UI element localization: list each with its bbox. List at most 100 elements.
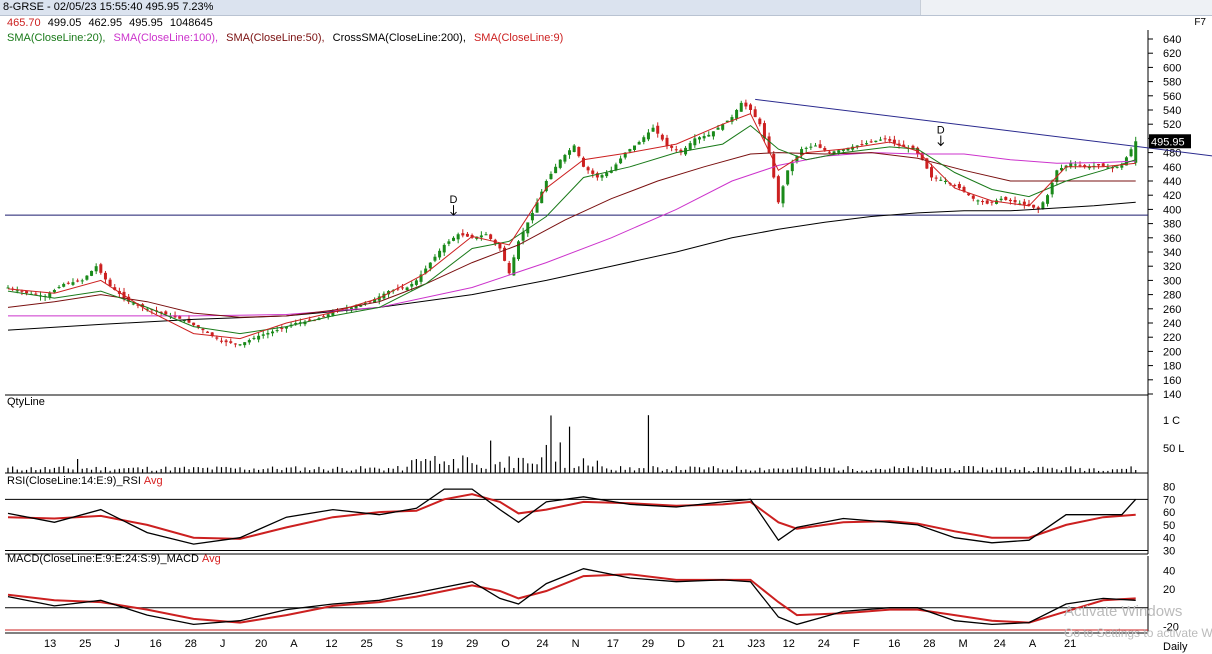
candle-body [939, 179, 943, 181]
candle-body [814, 145, 818, 147]
candle-body [568, 150, 572, 155]
candle-body [605, 172, 609, 177]
x-tick-label: J23 [747, 638, 765, 650]
candle-body [790, 163, 794, 172]
candle-body [892, 139, 896, 144]
x-tick-label: J [220, 638, 226, 650]
price-tick-label: 240 [1163, 318, 1181, 330]
candle-body [716, 127, 720, 130]
candle-body [447, 241, 451, 244]
candle-body [261, 334, 265, 336]
candle-body [860, 144, 864, 146]
x-tick-label: 12 [325, 638, 337, 650]
candle-body [646, 132, 650, 140]
price-tick-label: 200 [1163, 346, 1181, 358]
x-tick-label: 29 [466, 638, 478, 650]
candle-body [818, 144, 822, 148]
candle-body [953, 184, 957, 186]
candle-body [1008, 199, 1012, 202]
candle-body [498, 243, 502, 249]
candle-body [400, 287, 404, 289]
candle-body [428, 262, 432, 269]
candle-body [465, 233, 469, 237]
candle-body [252, 337, 256, 339]
activation-watermark: Activate Windows [1064, 603, 1183, 620]
price-tick-label: 620 [1163, 48, 1181, 60]
candle-body [438, 250, 442, 258]
candle-body [981, 201, 985, 203]
price-tick-label: 540 [1163, 105, 1181, 117]
candle-body [1101, 163, 1105, 167]
x-tick-label: 29 [642, 638, 654, 650]
rsi-line [7, 488, 1137, 545]
candle-body [238, 344, 242, 346]
candle-body [489, 234, 493, 239]
candle-body [827, 151, 831, 153]
candle-body [34, 293, 38, 295]
candle-body [971, 195, 975, 199]
candle-body [1004, 196, 1008, 200]
candle-body [865, 143, 869, 145]
stock-chart[interactable]: 6406206005805605405205004804604404204003… [0, 0, 1212, 654]
candle-body [990, 201, 994, 203]
rsi-tick-label: 30 [1163, 545, 1175, 557]
rsi-tick-label: 40 [1163, 533, 1175, 545]
candle-body [456, 234, 460, 240]
candle-body [322, 316, 326, 318]
divergence-arrow [450, 205, 457, 216]
candle-body [1013, 199, 1017, 203]
candle-body [1041, 202, 1045, 210]
candle-body [1078, 164, 1082, 166]
candle-body [1069, 163, 1073, 167]
price-tick-label: 300 [1163, 275, 1181, 287]
x-tick-label: 20 [255, 638, 267, 650]
candle-body [660, 134, 664, 140]
candle-body [874, 140, 878, 143]
x-tick-label: 25 [79, 638, 91, 650]
candle-body [280, 328, 284, 330]
candle-body [619, 158, 623, 164]
divergence-arrow [937, 135, 945, 147]
candle-body [1120, 165, 1124, 168]
x-tick-label: 13 [44, 638, 56, 650]
x-tick-label: 25 [361, 638, 373, 650]
price-tick-label: 420 [1163, 190, 1181, 202]
candle-body [85, 275, 89, 280]
candle-body [697, 137, 701, 140]
candle-body [693, 138, 697, 146]
price-tick-label: 280 [1163, 290, 1181, 302]
x-tick-label: S [396, 638, 403, 650]
candle-body [90, 270, 94, 276]
candle-body [243, 342, 247, 346]
candle-body [711, 131, 715, 137]
price-tick-label: 180 [1163, 361, 1181, 373]
candle-body [1097, 164, 1101, 166]
candle-body [823, 147, 827, 151]
candle-body [530, 212, 534, 221]
candle-body [883, 138, 887, 140]
candle-body [674, 149, 678, 151]
candle-body [15, 290, 19, 292]
price-tick-label: 560 [1163, 91, 1181, 103]
candle-body [1046, 195, 1050, 204]
candle-body [442, 244, 446, 253]
candle-body [275, 330, 279, 332]
rsi-tick-label: 80 [1163, 482, 1175, 494]
price-tick-label: 260 [1163, 304, 1181, 316]
price-tick-label: 600 [1163, 62, 1181, 74]
x-tick-label: O [501, 638, 510, 650]
x-tick-label: 24 [818, 638, 830, 650]
candle-body [52, 289, 56, 293]
candle-body [702, 136, 706, 139]
x-tick-label: 21 [712, 638, 724, 650]
candle-body [1050, 182, 1054, 195]
candle-body [461, 233, 465, 236]
macd-avg-line [7, 573, 1136, 624]
price-tick-label: 220 [1163, 332, 1181, 344]
candle-body [786, 170, 790, 185]
candle-body [772, 153, 776, 178]
candle-body [776, 176, 780, 203]
resistance-trendline [755, 98, 1212, 157]
candle-body [266, 332, 270, 335]
candle-body [1022, 201, 1026, 205]
